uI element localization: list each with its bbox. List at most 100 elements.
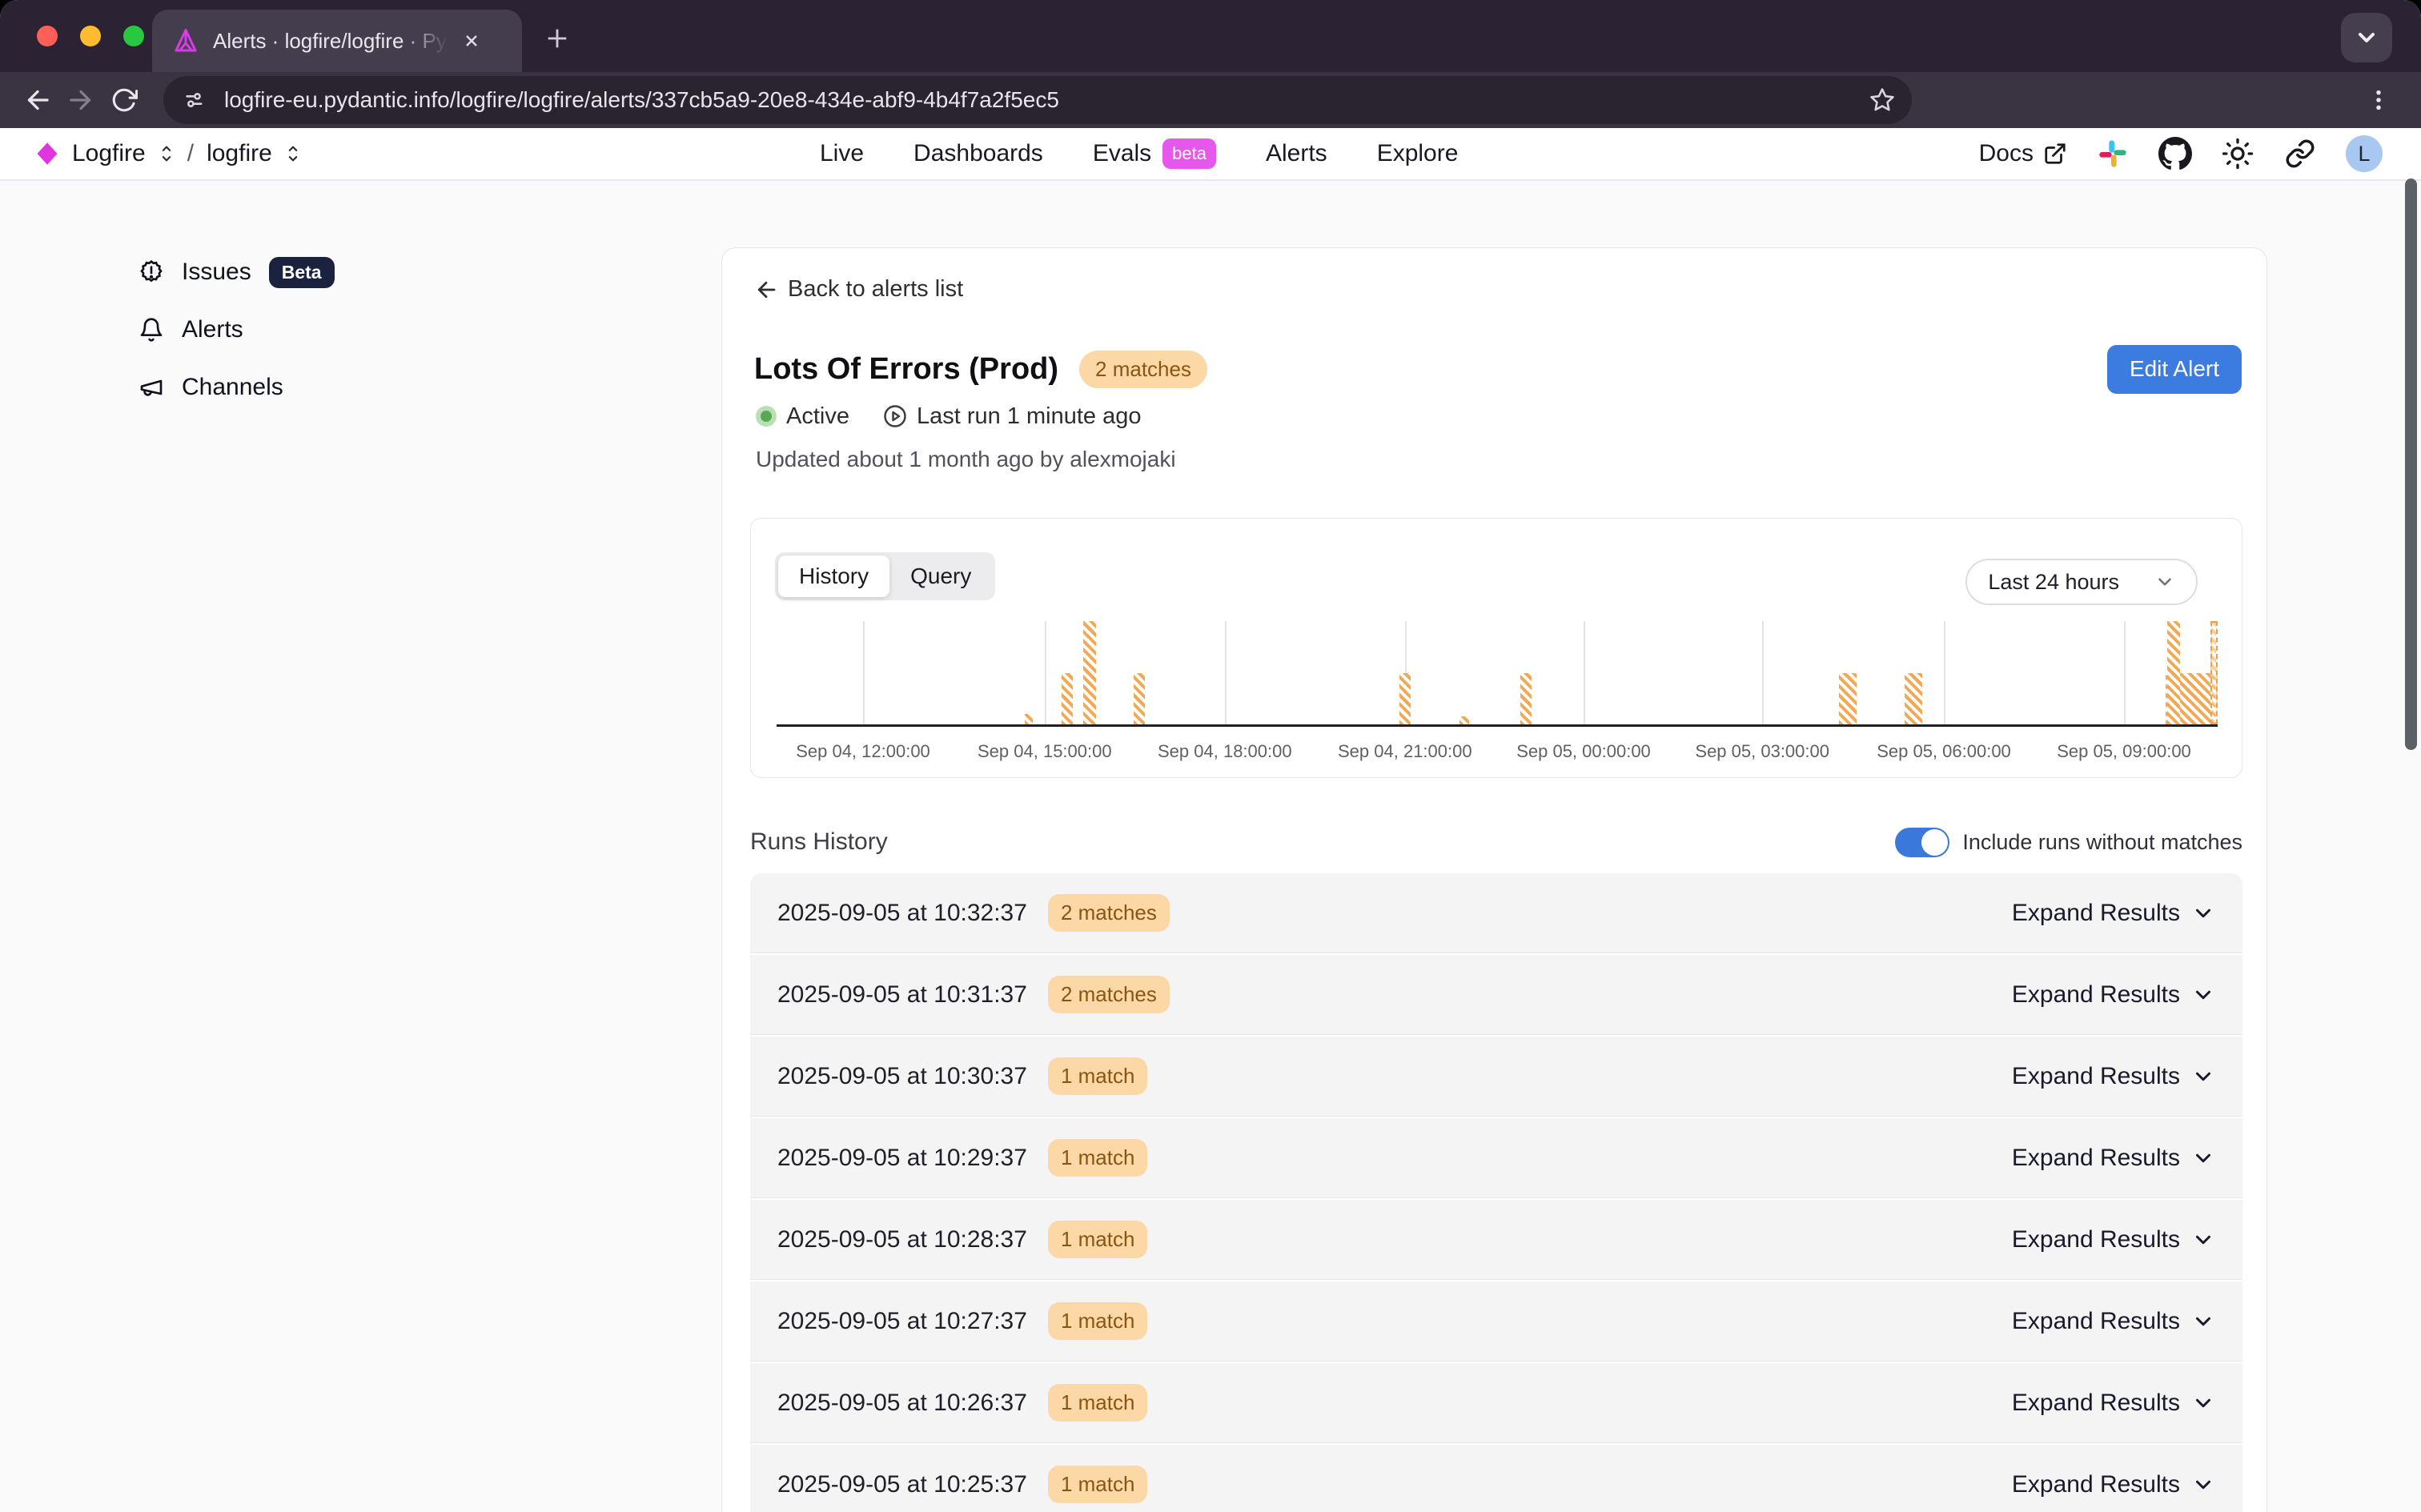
expand-results-button[interactable]: Expand Results xyxy=(2012,900,2215,927)
nav-live[interactable]: Live xyxy=(820,140,864,167)
edit-alert-button[interactable]: Edit Alert xyxy=(2107,345,2242,394)
nav-alerts[interactable]: Alerts xyxy=(1266,140,1327,167)
chart-gridline xyxy=(1045,621,1046,724)
browser-menu-icon[interactable] xyxy=(2360,82,2397,118)
alert-detail-card: Back to alerts list Lots Of Errors (Prod… xyxy=(721,247,2267,1512)
theme-toggle-sun-icon[interactable] xyxy=(2221,137,2254,170)
chevron-down-icon xyxy=(2191,983,2215,1007)
user-avatar[interactable]: L xyxy=(2346,135,2383,172)
chevron-down-icon xyxy=(2154,572,2175,592)
run-row[interactable]: 2025-09-05 at 10:27:37 1 match Expand Re… xyxy=(750,1281,2242,1362)
nav-evals[interactable]: Evalsbeta xyxy=(1093,138,1216,169)
run-matches-badge: 1 match xyxy=(1048,1057,1148,1095)
chart-tick-label: Sep 05, 00:00:00 xyxy=(1516,741,1651,762)
forward-button[interactable] xyxy=(59,78,102,122)
expand-results-button[interactable]: Expand Results xyxy=(2012,981,2215,1009)
run-row[interactable]: 2025-09-05 at 10:31:37 2 matches Expand … xyxy=(750,955,2242,1035)
chart-gridline xyxy=(863,621,865,724)
sidebar: Issues Beta Alerts Channels xyxy=(139,255,335,405)
tab-search-button[interactable] xyxy=(2341,13,2392,62)
tab-history[interactable]: History xyxy=(778,555,889,597)
org-selector[interactable]: Logfire xyxy=(72,140,146,167)
browser-toolbar: logfire-eu.pydantic.info/logfire/logfire… xyxy=(0,72,2421,128)
expand-results-button[interactable]: Expand Results xyxy=(2012,1471,2215,1498)
run-timestamp: 2025-09-05 at 10:32:37 xyxy=(777,900,1027,927)
chart-gridline xyxy=(1762,621,1764,724)
chart-bar xyxy=(1025,714,1033,724)
github-icon[interactable] xyxy=(2158,137,2192,170)
app-header: Logfire / logfire Live Dashboards Evalsb… xyxy=(0,128,2421,181)
chart-bar xyxy=(1134,673,1145,725)
back-button[interactable] xyxy=(16,78,59,122)
reload-button[interactable] xyxy=(102,78,146,122)
page-content: Issues Beta Alerts Channels Back to aler… xyxy=(0,181,2421,1512)
nav-explore[interactable]: Explore xyxy=(1377,140,1459,167)
run-row[interactable]: 2025-09-05 at 10:30:37 1 match Expand Re… xyxy=(750,1037,2242,1117)
logfire-favicon-icon xyxy=(171,26,200,55)
expand-results-button[interactable]: Expand Results xyxy=(2012,1063,2215,1090)
back-to-alerts-link[interactable]: Back to alerts list xyxy=(754,276,963,303)
window-zoom-button[interactable] xyxy=(123,26,144,46)
window-minimize-button[interactable] xyxy=(80,26,101,46)
chart-bar xyxy=(2167,621,2180,724)
chart-bar xyxy=(1520,673,1532,725)
expand-results-button[interactable]: Expand Results xyxy=(2012,1145,2215,1172)
chart-tick-label: Sep 05, 03:00:00 xyxy=(1695,741,1829,762)
chart-bar xyxy=(1459,716,1469,724)
run-timestamp: 2025-09-05 at 10:31:37 xyxy=(777,981,1027,1009)
expand-results-button[interactable]: Expand Results xyxy=(2012,1226,2215,1253)
browser-tab[interactable]: Alerts · logfire/logfire · Pydant xyxy=(152,10,522,72)
browser-window: Alerts · logfire/logfire · Pydant logfir… xyxy=(0,0,2421,1512)
chevron-down-icon xyxy=(2191,1146,2215,1170)
run-timestamp: 2025-09-05 at 10:29:37 xyxy=(777,1145,1027,1172)
active-status-dot xyxy=(756,406,777,427)
run-row[interactable]: 2025-09-05 at 10:26:37 1 match Expand Re… xyxy=(750,1363,2242,1443)
external-link-icon xyxy=(2043,142,2067,166)
new-tab-button[interactable] xyxy=(538,19,576,58)
time-range-select[interactable]: Last 24 hours xyxy=(1965,559,2198,605)
sidebar-item-issues[interactable]: Issues Beta xyxy=(139,255,335,290)
alert-matches-badge: 2 matches xyxy=(1079,351,1207,388)
run-row[interactable]: 2025-09-05 at 10:29:37 1 match Expand Re… xyxy=(750,1118,2242,1198)
tab-query[interactable]: Query xyxy=(889,555,992,597)
bell-icon xyxy=(139,317,164,343)
run-row[interactable]: 2025-09-05 at 10:32:37 2 matches Expand … xyxy=(750,873,2242,953)
sidebar-item-alerts[interactable]: Alerts xyxy=(139,312,335,347)
docs-link[interactable]: Docs xyxy=(1979,140,2067,167)
include-runs-toggle[interactable] xyxy=(1895,828,1949,857)
chart-tick-label: Sep 04, 15:00:00 xyxy=(978,741,1112,762)
site-settings-icon[interactable] xyxy=(176,82,213,118)
chart-bar xyxy=(1399,673,1411,725)
expand-results-button[interactable]: Expand Results xyxy=(2012,1390,2215,1417)
run-row[interactable]: 2025-09-05 at 10:25:37 1 match Expand Re… xyxy=(750,1445,2242,1512)
url-bar[interactable]: logfire-eu.pydantic.info/logfire/logfire… xyxy=(163,76,1912,124)
chart-tick-label: Sep 04, 18:00:00 xyxy=(1158,741,1292,762)
chart-tick-label: Sep 04, 21:00:00 xyxy=(1338,741,1472,762)
chevron-down-icon xyxy=(2191,1228,2215,1252)
chart-bar xyxy=(1839,673,1857,725)
slack-icon[interactable] xyxy=(2096,137,2130,170)
arrow-left-icon xyxy=(754,278,778,302)
project-selector[interactable]: logfire xyxy=(207,140,272,167)
org-selector-chevrons-icon[interactable] xyxy=(159,144,175,163)
alert-title: Lots Of Errors (Prod) xyxy=(754,352,1058,387)
tab-close-icon[interactable] xyxy=(458,27,485,54)
sidebar-item-channels[interactable]: Channels xyxy=(139,370,335,405)
run-row[interactable]: 2025-09-05 at 10:28:37 1 match Expand Re… xyxy=(750,1200,2242,1280)
breadcrumb-separator: / xyxy=(187,140,194,167)
expand-results-button[interactable]: Expand Results xyxy=(2012,1308,2215,1335)
browser-tabstrip: Alerts · logfire/logfire · Pydant xyxy=(0,0,2421,72)
nav-dashboards[interactable]: Dashboards xyxy=(913,140,1043,167)
project-selector-chevrons-icon[interactable] xyxy=(285,144,301,163)
chevron-down-icon xyxy=(2191,1473,2215,1497)
bookmark-star-icon[interactable] xyxy=(1869,86,1896,114)
runs-history-chart xyxy=(777,621,2218,727)
chevron-down-icon xyxy=(2191,1391,2215,1415)
evals-beta-badge: beta xyxy=(1162,138,1216,169)
logfire-logo-icon xyxy=(35,142,59,166)
window-close-button[interactable] xyxy=(37,26,58,46)
runs-history-heading: Runs History xyxy=(750,828,888,856)
page-scrollbar-thumb[interactable] xyxy=(2405,178,2417,750)
share-link-icon[interactable] xyxy=(2283,137,2317,170)
status-label: Active xyxy=(786,403,849,430)
